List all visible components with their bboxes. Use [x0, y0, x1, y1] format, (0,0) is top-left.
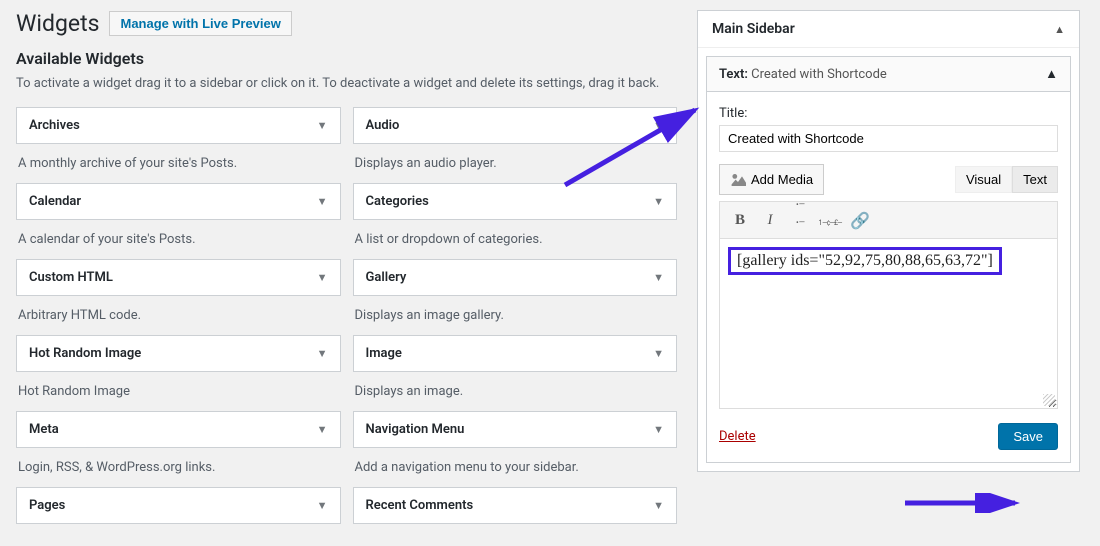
editor-content: [gallery ids="52,92,75,80,88,65,63,72"]: [728, 247, 1002, 275]
chevron-down-icon: ▼: [653, 347, 664, 360]
delete-link[interactable]: Delete: [719, 429, 756, 444]
widget-subtitle: Created with Shortcode: [751, 67, 887, 82]
tab-text[interactable]: Text: [1012, 166, 1058, 193]
widget-label: Gallery: [366, 270, 407, 285]
widget-desc: Displays an image gallery.: [353, 302, 678, 335]
widget-image[interactable]: Image ▼: [353, 335, 678, 372]
widget-label: Custom HTML: [29, 270, 113, 285]
page-title: Widgets: [16, 10, 99, 37]
content-editor[interactable]: [gallery ids="52,92,75,80,88,65,63,72"]: [719, 239, 1058, 409]
widget-desc: A monthly archive of your site's Posts.: [16, 150, 341, 183]
widget-item-header[interactable]: Text: Created with Shortcode ▲: [706, 56, 1071, 92]
widget-desc: Add a navigation menu to your sidebar.: [353, 454, 678, 487]
widget-desc: Displays an image.: [353, 378, 678, 411]
chevron-down-icon: ▼: [653, 499, 664, 512]
widget-custom-html[interactable]: Custom HTML ▼: [16, 259, 341, 296]
chevron-down-icon: ▼: [317, 423, 328, 436]
widget-archives[interactable]: Archives ▼: [16, 107, 341, 144]
chevron-down-icon: ▼: [317, 119, 328, 132]
sidebar-title: Main Sidebar: [712, 21, 795, 37]
widget-calendar[interactable]: Calendar ▼: [16, 183, 341, 220]
widget-desc: A list or dropdown of categories.: [353, 226, 678, 259]
chevron-up-icon: ▲: [1045, 66, 1058, 82]
widget-label: Calendar: [29, 194, 81, 209]
widget-label: Archives: [29, 118, 80, 133]
chevron-down-icon: ▼: [653, 119, 664, 132]
widget-navigation-menu[interactable]: Navigation Menu ▼: [353, 411, 678, 448]
chevron-up-icon: ▲: [1054, 23, 1065, 36]
available-widgets-help: To activate a widget drag it to a sideba…: [16, 76, 677, 91]
save-button[interactable]: Save: [998, 423, 1058, 450]
title-input[interactable]: [719, 125, 1058, 152]
widget-recent-comments[interactable]: Recent Comments ▼: [353, 487, 678, 524]
live-preview-button[interactable]: Manage with Live Preview: [109, 11, 291, 36]
widget-categories[interactable]: Categories ▼: [353, 183, 678, 220]
widget-pages[interactable]: Pages ▼: [16, 487, 341, 524]
widget-type-label: Text:: [719, 67, 748, 82]
widget-audio[interactable]: Audio ▼: [353, 107, 678, 144]
chevron-down-icon: ▼: [653, 195, 664, 208]
chevron-down-icon: ▼: [317, 195, 328, 208]
widget-desc: Arbitrary HTML code.: [16, 302, 341, 335]
chevron-down-icon: ▼: [317, 499, 328, 512]
widget-desc: Login, RSS, & WordPress.org links.: [16, 454, 341, 487]
widget-label: Image: [366, 346, 402, 361]
editor-toolbar: B I 🔗: [719, 201, 1058, 239]
widget-desc: Displays an audio player.: [353, 150, 678, 183]
widget-label: Meta: [29, 422, 59, 437]
widget-label: Pages: [29, 498, 65, 513]
link-button[interactable]: 🔗: [846, 206, 874, 234]
add-media-label: Add Media: [751, 172, 813, 187]
widget-label: Hot Random Image: [29, 346, 141, 361]
bold-button[interactable]: B: [726, 206, 754, 234]
sidebar-header-main[interactable]: Main Sidebar ▲: [698, 11, 1079, 48]
widget-label: Categories: [366, 194, 429, 209]
widget-label: Audio: [366, 118, 400, 133]
widget-hot-random-image[interactable]: Hot Random Image ▼: [16, 335, 341, 372]
available-widgets-heading: Available Widgets: [16, 49, 677, 68]
bullet-list-button[interactable]: [786, 206, 814, 234]
widget-gallery[interactable]: Gallery ▼: [353, 259, 678, 296]
widget-meta[interactable]: Meta ▼: [16, 411, 341, 448]
numbered-list-button[interactable]: [816, 206, 844, 234]
widget-label: Recent Comments: [366, 498, 474, 513]
chevron-down-icon: ▼: [317, 347, 328, 360]
resize-handle[interactable]: [1043, 394, 1055, 406]
chevron-down-icon: ▼: [653, 271, 664, 284]
widget-desc: Hot Random Image: [16, 378, 341, 411]
widget-desc: A calendar of your site's Posts.: [16, 226, 341, 259]
tab-visual[interactable]: Visual: [955, 166, 1012, 193]
widget-label: Navigation Menu: [366, 422, 465, 437]
add-media-button[interactable]: Add Media: [719, 164, 824, 195]
chevron-down-icon: ▼: [653, 423, 664, 436]
title-label: Title:: [719, 106, 1058, 121]
italic-button[interactable]: I: [756, 206, 784, 234]
chevron-down-icon: ▼: [317, 271, 328, 284]
media-icon: [730, 170, 746, 189]
